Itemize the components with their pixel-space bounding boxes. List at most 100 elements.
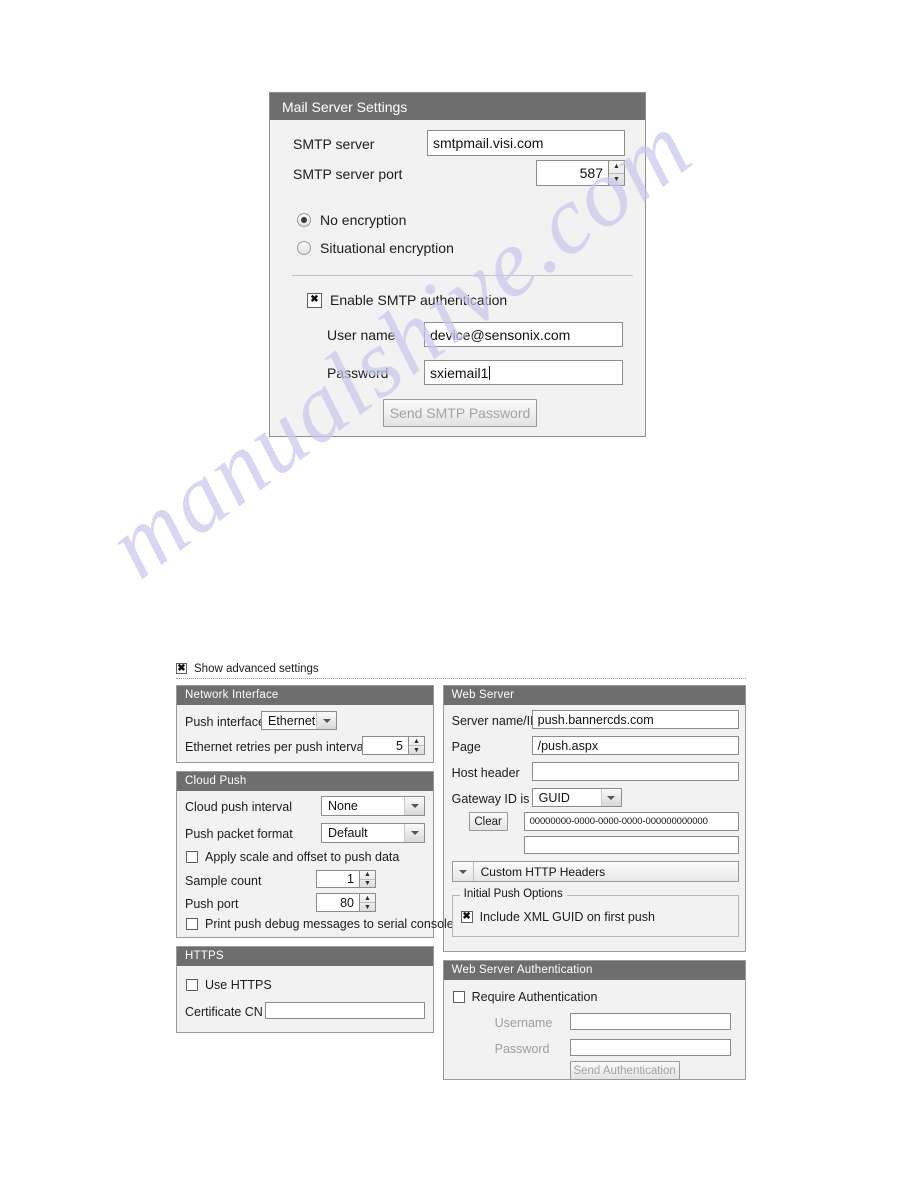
server-name-value: push.bannercds.com <box>537 712 654 727</box>
username-input[interactable]: device@sensonix.com <box>424 322 623 347</box>
checkbox-checked-icon[interactable] <box>460 911 473 923</box>
retries-spin-buttons[interactable]: ▲ ▼ <box>408 736 425 755</box>
push-packet-format-select[interactable]: Default <box>321 823 425 843</box>
spin-down-icon[interactable]: ▼ <box>609 174 624 186</box>
gateway-id-select[interactable]: GUID <box>531 788 622 807</box>
push-port-spin-buttons[interactable]: ▲ ▼ <box>359 893 376 912</box>
push-packet-format-value[interactable]: Default <box>322 824 405 842</box>
push-port-stepper[interactable]: 80 ▲ ▼ <box>316 893 376 912</box>
retries-label-wrap: Ethernet retries per push interval <box>185 740 366 754</box>
include-xml-guid-checkbox-row[interactable]: Include XML GUID on first push <box>460 910 655 924</box>
network-interface-title: Network Interface <box>177 686 433 705</box>
print-debug-label: Print push debug messages to serial cons… <box>205 917 454 931</box>
server-name-input[interactable]: push.bannercds.com <box>531 710 739 729</box>
page-label: Page <box>451 740 481 754</box>
push-interface-select[interactable]: Ethernet <box>261 711 337 730</box>
cloud-push-interval-value[interactable]: None <box>322 797 405 815</box>
smtp-server-port-stepper[interactable]: 587 ▲ ▼ <box>536 160 625 186</box>
password-value: sxiemail1 <box>430 364 489 381</box>
web-server-authentication-title: Web Server Authentication <box>443 961 745 980</box>
auth-username-input[interactable] <box>569 1013 731 1030</box>
sample-count-stepper[interactable]: 1 ▲ ▼ <box>316 870 376 888</box>
clear-button-label: Clear <box>474 815 502 828</box>
spin-up-icon[interactable]: ▲ <box>360 894 375 903</box>
show-advanced-settings-checkbox-row[interactable]: Show advanced settings <box>176 661 746 676</box>
send-authentication-button[interactable]: Send Authentication <box>569 1061 680 1080</box>
custom-http-headers-expander[interactable]: Custom HTTP Headers <box>451 861 739 882</box>
require-authentication-checkbox-row[interactable]: Require Authentication <box>452 990 597 1004</box>
spin-down-icon[interactable]: ▼ <box>360 903 375 911</box>
guid-input[interactable]: 00000000-0000-0000-0000-000000000000 <box>523 812 739 831</box>
username-label-wrap: User name <box>327 327 395 343</box>
spin-down-icon[interactable]: ▼ <box>360 880 375 888</box>
initial-push-options-label: Initial Push Options <box>459 888 567 900</box>
cloud-push-interval-label-wrap: Cloud push interval <box>185 800 292 814</box>
radio-unselected-icon[interactable] <box>297 241 311 255</box>
clear-button[interactable]: Clear <box>468 812 508 831</box>
smtp-server-port-value[interactable]: 587 <box>536 160 608 186</box>
chevron-down-icon[interactable] <box>601 789 621 806</box>
left-column: Network Interface Push interface Etherne… <box>176 685 454 1033</box>
spin-up-icon[interactable]: ▲ <box>360 871 375 880</box>
ethernet-retries-stepper[interactable]: 5 ▲ ▼ <box>362 736 425 755</box>
radio-situational-encryption[interactable]: Situational encryption <box>297 240 454 256</box>
smtp-server-input[interactable]: smtpmail.visi.com <box>427 130 625 156</box>
section-divider <box>292 275 633 276</box>
radio-no-encryption[interactable]: No encryption <box>297 212 406 228</box>
chevron-down-icon[interactable] <box>405 797 424 815</box>
include-xml-guid-label: Include XML GUID on first push <box>479 910 655 924</box>
spin-up-icon[interactable]: ▲ <box>409 737 424 746</box>
page-input[interactable]: /push.aspx <box>531 736 739 755</box>
certificate-cn-label: Certificate CN <box>185 1005 263 1019</box>
print-debug-checkbox-row[interactable]: Print push debug messages to serial cons… <box>186 917 454 931</box>
radio-selected-icon[interactable] <box>297 213 311 227</box>
text-caret <box>489 365 491 380</box>
host-header-label: Host header <box>451 766 520 780</box>
spin-down-icon[interactable]: ▼ <box>409 746 424 754</box>
smtp-server-value: smtpmail.visi.com <box>433 135 544 151</box>
certificate-cn-input[interactable] <box>265 1002 425 1019</box>
checkbox-unchecked-icon[interactable] <box>186 851 198 863</box>
checkbox-unchecked-icon[interactable] <box>186 918 198 930</box>
send-smtp-password-label: Send SMTP Password <box>389 405 531 421</box>
checkbox-checked-icon[interactable] <box>176 663 187 674</box>
cloud-push-interval-select[interactable]: None <box>321 796 425 816</box>
checkbox-unchecked-icon[interactable] <box>186 979 198 991</box>
ethernet-retries-value[interactable]: 5 <box>362 736 408 755</box>
host-header-input[interactable] <box>531 762 739 781</box>
username-label: User name <box>327 327 396 343</box>
push-port-label: Push port <box>185 897 239 911</box>
checkbox-checked-icon[interactable] <box>307 292 322 308</box>
page-title: Mail Server Settings <box>282 98 408 115</box>
gateway-id-label-wrap: Gateway ID is <box>452 792 530 806</box>
password-label: Password <box>327 365 389 381</box>
auth-username-label-wrap: Username <box>495 1016 553 1030</box>
password-input[interactable]: sxiemail1 <box>424 360 623 385</box>
spin-up-icon[interactable]: ▲ <box>609 161 624 174</box>
push-port-value[interactable]: 80 <box>316 893 359 912</box>
extra-field-input[interactable] <box>523 836 739 854</box>
smtp-port-spin-buttons[interactable]: ▲ ▼ <box>608 160 625 186</box>
enable-smtp-auth-checkbox-row[interactable]: Enable SMTP authentication <box>307 292 507 308</box>
auth-password-label-wrap: Password <box>495 1042 550 1056</box>
gateway-id-value[interactable]: GUID <box>532 789 602 806</box>
push-interface-value[interactable]: Ethernet <box>262 712 317 729</box>
sample-count-spin-buttons[interactable]: ▲ ▼ <box>359 870 376 888</box>
chevron-down-icon[interactable] <box>453 862 474 881</box>
sample-count-value[interactable]: 1 <box>316 870 359 888</box>
radio-situational-encryption-label: Situational encryption <box>320 240 454 256</box>
push-interface-label: Push interface <box>185 715 265 729</box>
checkbox-unchecked-icon[interactable] <box>452 991 465 1003</box>
apply-scale-checkbox-row[interactable]: Apply scale and offset to push data <box>186 850 399 864</box>
ethernet-retries-label: Ethernet retries per push interval <box>185 740 367 754</box>
use-https-checkbox-row[interactable]: Use HTTPS <box>186 978 272 992</box>
https-title: HTTPS <box>177 947 433 966</box>
chevron-down-icon[interactable] <box>317 712 336 729</box>
cloud-push-interval-label: Cloud push interval <box>185 800 293 814</box>
chevron-down-icon[interactable] <box>405 824 424 842</box>
smtp-server-port-label: SMTP server port <box>293 166 403 182</box>
send-smtp-password-button[interactable]: Send SMTP Password <box>383 399 537 427</box>
auth-password-input[interactable] <box>569 1039 731 1056</box>
dialog-title-bar: Mail Server Settings <box>270 93 645 120</box>
radio-no-encryption-label: No encryption <box>320 212 407 228</box>
